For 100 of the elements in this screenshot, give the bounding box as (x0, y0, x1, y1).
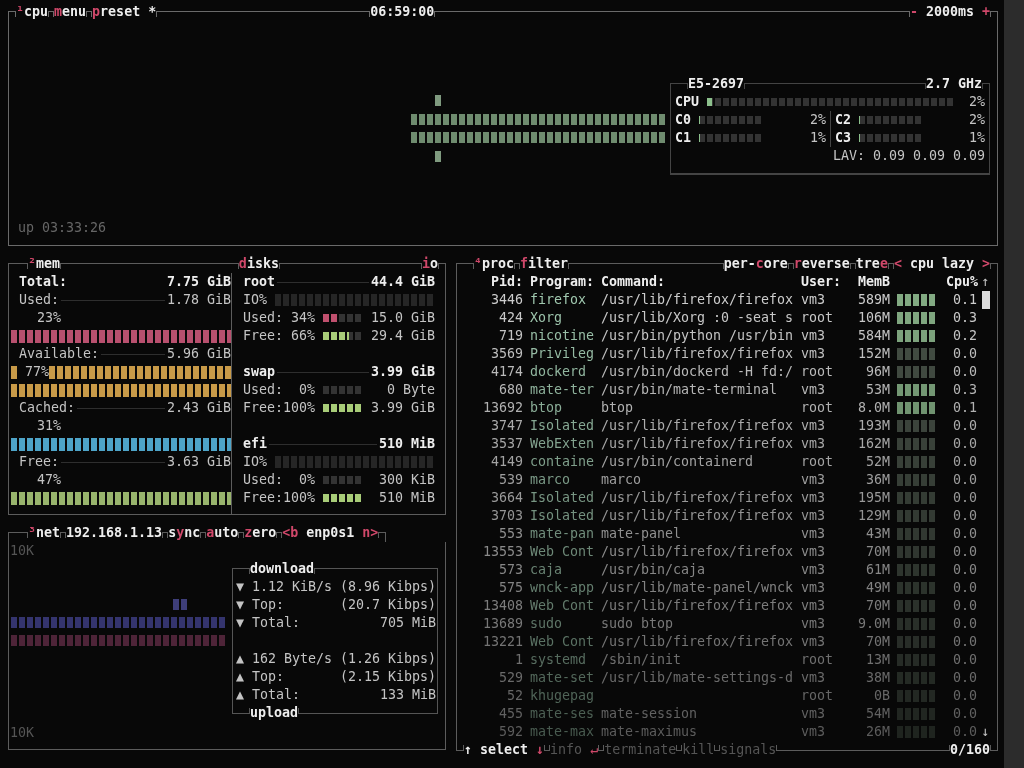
user-cell-text: vm3 (800, 489, 827, 507)
user-cell-text: root (800, 453, 835, 471)
pid-cell-text: 13408 (481, 597, 523, 615)
net-toggle[interactable]: <b enp0s1 n> (282, 524, 379, 542)
core-percent: 2% (969, 111, 985, 129)
program-cell-text: Isolated (529, 489, 594, 507)
column-header[interactable]: MemB (848, 273, 890, 291)
command-cell-text: /usr/lib/firefox/firefox (600, 507, 794, 525)
column-header[interactable]: Program: (523, 273, 594, 291)
scroll-up-arrow[interactable]: ↑ (981, 273, 990, 291)
cpu-cell-text: 0.0 (951, 417, 977, 435)
user-cell-text: vm3 (800, 543, 827, 561)
rate-label: 1.12 KiB/s (252, 578, 333, 596)
memory-label: Total: (19, 273, 68, 291)
memory-cell-text: 96M (864, 363, 890, 381)
window-scrollbar[interactable] (1004, 0, 1024, 768)
scrollbar-thumb[interactable] (981, 291, 990, 309)
disk-size: 3.99 GiB (370, 363, 435, 381)
pid-cell-text: 592 (497, 723, 523, 741)
program-cell-text: mate-ter (529, 381, 594, 399)
mini-graph-drawing (897, 708, 937, 720)
user-cell-text: root (800, 399, 835, 417)
memory-label: Available: (19, 345, 100, 363)
column-header[interactable]: Pid: (457, 273, 523, 291)
memory-cell-text: 70M (864, 633, 890, 651)
process-count: 0/160 (949, 741, 990, 759)
mini-graph-drawing (897, 690, 937, 702)
menu-tab[interactable]: preset * (92, 3, 157, 21)
menu-tab[interactable]: menu (54, 3, 87, 21)
meter-track (859, 134, 924, 142)
cpu-cell-text: 0.0 (951, 561, 977, 579)
command-cell-text: /usr/lib/firefox/firefox (600, 291, 794, 309)
pid-cell-text: 553 (497, 525, 523, 543)
option-toggle[interactable]: reverse (793, 255, 850, 273)
option-toggle[interactable]: tree (855, 255, 888, 273)
program-cell-text: firefox (529, 291, 588, 309)
memory-cell-text: 9.0M (856, 615, 890, 633)
command-cell-text: /usr/bin/dockerd -H fd:/ (600, 363, 794, 381)
pid-cell-text: 680 (497, 381, 523, 399)
program-cell-text: marco (529, 471, 572, 489)
up-arrow-icon: ▲ (236, 668, 252, 686)
user-cell-text: vm3 (800, 615, 827, 633)
command-cell-text: /usr/lib/firefox/firefox (600, 633, 794, 651)
load-average-text: LAV: 0.09 0.09 0.09 (832, 147, 985, 165)
column-header[interactable]: Cpu% (946, 273, 977, 291)
filter-button[interactable]: filter (520, 255, 569, 273)
user-cell-text: vm3 (800, 345, 827, 363)
net-toggle[interactable]: zero (244, 524, 277, 542)
program-cell-text: wnck-app (529, 579, 594, 597)
core-percent: 1% (810, 129, 826, 147)
meter-track (323, 332, 364, 340)
memory-cell-text: 54M (864, 705, 890, 723)
option-toggle[interactable]: per-core (723, 255, 788, 273)
net-toggle[interactable]: sync (168, 524, 201, 542)
io-label: IO% (243, 453, 268, 471)
panel-title: disks (238, 255, 279, 273)
io-toggle[interactable]: io (421, 255, 438, 273)
scale-label: 10K (10, 542, 36, 560)
scroll-down-arrow[interactable]: ↓ (981, 723, 990, 741)
column-header[interactable]: User: (794, 273, 848, 291)
mini-graph-drawing (897, 564, 937, 576)
option-toggle[interactable]: < cpu lazy > (893, 255, 990, 273)
mini-graph-drawing (897, 474, 937, 486)
program-cell-text: sudo (529, 615, 564, 633)
footer-button[interactable]: ↑ select ↓ (464, 741, 545, 759)
pid-cell-text: 13692 (481, 399, 523, 417)
pid-cell-text: 13221 (481, 633, 523, 651)
upload-title: upload (250, 704, 299, 722)
mini-graph-drawing (897, 330, 937, 342)
usage-label: Used: (243, 381, 284, 399)
column-header[interactable]: Command: (594, 273, 794, 291)
program-cell-text: systemd (529, 651, 588, 669)
program-cell-text: dockerd (529, 363, 588, 381)
net-toggle[interactable]: auto (206, 524, 239, 542)
cpu-cell-text: 0.1 (951, 399, 977, 417)
cpu-cell-text: 0.0 (951, 525, 977, 543)
user-cell-text: vm3 (800, 435, 827, 453)
program-cell-text: Web Cont (529, 633, 594, 651)
disk-name: efi (243, 435, 268, 453)
usage-percent: 0% (298, 381, 316, 399)
memory-cell-text: 49M (864, 579, 890, 597)
user-cell-text: root (800, 687, 835, 705)
command-cell-text: /usr/bin/python /usr/bin (600, 327, 794, 345)
user-cell-text: vm3 (800, 597, 827, 615)
pid-cell-text: 3569 (489, 345, 523, 363)
address-text: 192.168.1.13 (66, 524, 163, 542)
pid-cell-text: 4149 (489, 453, 523, 471)
core-percent: 1% (969, 129, 985, 147)
pid-cell-text: 3446 (489, 291, 523, 309)
cpu-cell-text: 0.0 (951, 723, 977, 741)
interval-control[interactable]: - 2000ms + (909, 3, 990, 21)
command-cell-text: /usr/bin/caja (600, 561, 707, 579)
command-cell-text: /usr/bin/containerd (600, 453, 755, 471)
frequency-text: 2.7 GHz (925, 75, 982, 93)
user-cell-text: vm3 (800, 327, 827, 345)
memory-cell-text: 162M (856, 435, 890, 453)
mini-graph-drawing (897, 312, 937, 324)
down-arrow-icon: ▼ (236, 614, 252, 632)
memory-value: 3.63 GiB (166, 453, 231, 471)
memory-label: Free: (19, 453, 60, 471)
